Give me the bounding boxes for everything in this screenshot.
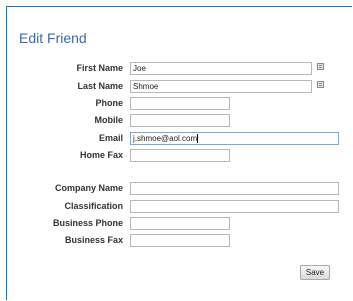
email-value: j.shmoe@aol.com [133,134,198,143]
business-fax-field[interactable] [130,234,230,247]
first-name-field[interactable]: Joe [130,62,312,75]
company-name-field[interactable] [130,182,339,195]
last-name-field[interactable]: Shmoe [130,80,312,93]
first-name-label: First Name [76,63,123,73]
contact-card-icon[interactable] [317,81,324,88]
contact-card-icon[interactable] [317,63,324,70]
business-phone-field[interactable] [130,217,230,230]
last-name-label: Last Name [77,81,123,91]
phone-field[interactable] [130,97,230,110]
text-cursor [197,134,199,144]
business-fax-label: Business Fax [64,235,123,245]
phone-label: Phone [95,98,123,108]
page-title: Edit Friend [19,30,87,46]
company-name-label: Company Name [54,183,123,193]
mobile-field[interactable] [130,114,230,127]
save-button[interactable]: Save [300,265,330,280]
home-fax-label: Home Fax [79,150,123,160]
home-fax-field[interactable] [130,149,230,162]
classification-label: Classification [64,201,123,211]
business-phone-label: Business Phone [52,218,123,228]
email-label: Email [98,133,123,143]
mobile-label: Mobile [94,115,124,125]
classification-field[interactable] [130,200,339,213]
email-field[interactable]: j.shmoe@aol.com [130,132,339,145]
